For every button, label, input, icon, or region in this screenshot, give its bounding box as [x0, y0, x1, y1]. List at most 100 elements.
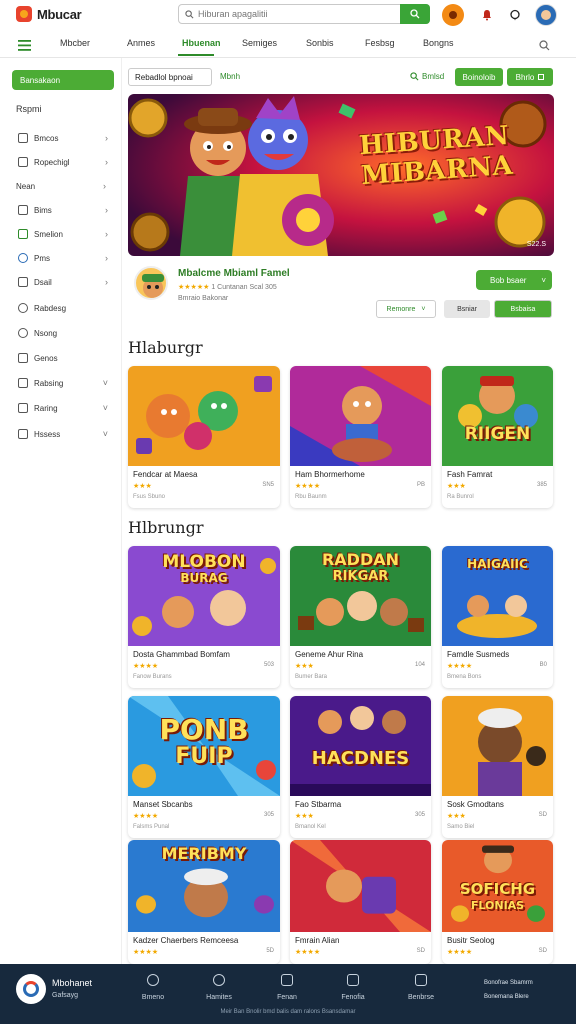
- game-meta: B0: [539, 662, 547, 668]
- game-meta: 305: [263, 812, 274, 818]
- game-title: Sosk Gmodtans: [447, 800, 504, 809]
- search-button[interactable]: [400, 4, 430, 24]
- game-meta: SD: [538, 812, 547, 818]
- sidebar-item-rabdesg[interactable]: Rabdesg: [18, 300, 110, 316]
- sidebar-item-dsail[interactable]: Dsail ›: [18, 274, 110, 290]
- game-rating: ★★★: [295, 663, 314, 670]
- featured-play-button[interactable]: Bob bsaer ˅: [476, 270, 552, 290]
- home-icon: [18, 429, 28, 439]
- nav-item-fesbsg[interactable]: Fesbsg: [365, 38, 395, 48]
- game-card[interactable]: HACDNES Fao Stbarma ★★★ 305 Bmanol Kel: [290, 696, 431, 838]
- nav-item-anmes[interactable]: Anmes: [127, 38, 155, 48]
- footer-link[interactable]: Bonofrae Sbamrm: [484, 980, 533, 986]
- footer-link[interactable]: Bonemana Blere: [484, 994, 529, 1000]
- sidebar-item-genos[interactable]: Genos: [18, 350, 110, 366]
- sidebar-section-nean[interactable]: Nean ›: [16, 178, 108, 194]
- filter-button-2[interactable]: Bhrlo: [507, 68, 553, 86]
- sidebar-item-label: Nean: [16, 181, 36, 191]
- chevron-right-icon: ›: [105, 133, 108, 143]
- game-card[interactable]: MLOBON BURAG Dosta Ghammbad Bomfam ★★★★ …: [128, 546, 280, 688]
- search-input[interactable]: [198, 9, 398, 19]
- sidebar-heading: Rspmi: [16, 104, 42, 114]
- menu-icon[interactable]: [18, 38, 31, 56]
- featured-primary-label: Bsbaisa: [510, 305, 536, 313]
- game-footer: Rbu Baunm: [295, 494, 327, 500]
- game-title: Manset Sbcanbs: [133, 800, 193, 809]
- nav-item-semiges[interactable]: Semiges: [242, 38, 277, 48]
- search-icon[interactable]: [539, 38, 550, 56]
- nav-item-bongns[interactable]: Bongns: [423, 38, 454, 48]
- featured-title[interactable]: Mbalcme Mbiaml Famel: [178, 268, 290, 279]
- sidebar-item-ropechigl[interactable]: Ropechigl ›: [18, 154, 110, 170]
- globe-icon: [18, 253, 28, 263]
- game-rating: ★★★★: [447, 663, 473, 670]
- sidebar-cta-button[interactable]: Bansakaon: [12, 70, 114, 90]
- calendar-icon: [18, 277, 28, 287]
- game-meta: SD: [538, 948, 547, 954]
- sidebar-item-bims[interactable]: Bims ›: [18, 202, 110, 218]
- sidebar-item-bmcos[interactable]: Bmcos ›: [18, 130, 110, 146]
- game-card[interactable]: HAIGAIIC Famdle Susmeds ★★★★ B0 Bmena Bo…: [442, 546, 553, 688]
- sort-select[interactable]: Rebadlol bpnoai: [128, 68, 212, 86]
- notification-icon[interactable]: [476, 4, 498, 26]
- coin-icon[interactable]: [442, 4, 464, 26]
- footer-nav-item[interactable]: Fenan: [262, 974, 312, 1001]
- sidebar-item-pms[interactable]: Pms ›: [18, 250, 110, 266]
- nav-item-sonbis[interactable]: Sonbis: [306, 38, 334, 48]
- nav-item-hbuenan[interactable]: Hbuenan: [182, 38, 221, 48]
- game-art-title: MLOBON: [162, 552, 246, 572]
- game-card[interactable]: SOFICHG FLONIAS Busitr Seolog ★★★★ SD: [442, 840, 553, 964]
- featured-secondary-button[interactable]: Bsniar: [444, 300, 490, 318]
- brand-icon: [23, 981, 39, 997]
- game-card[interactable]: Ham Bhormerhome ★★★★ PB Rbu Baunm: [290, 366, 431, 508]
- game-rating: ★★★★: [295, 949, 321, 956]
- footer-nav-item[interactable]: Bmeno: [128, 974, 178, 1001]
- sort-select-value: Rebadlol bpnoai: [135, 72, 193, 82]
- game-card[interactable]: RADDAN RIKGAR Geneme Ahur Rina ★★★ 104 B…: [290, 546, 431, 688]
- featured-avatar[interactable]: [134, 266, 168, 300]
- brand-logo[interactable]: Mbucar: [16, 6, 82, 22]
- filter-button-label: Boinoloib: [462, 72, 496, 82]
- footer-nav-item[interactable]: Benbrse: [396, 974, 446, 1001]
- featured-select[interactable]: Remonre ˅: [376, 300, 436, 318]
- filter-button-1[interactable]: Boinoloib: [455, 68, 503, 86]
- nav-item-mbcber[interactable]: Mbcber: [60, 38, 90, 48]
- hero-banner[interactable]: HIBURAN MIBARNA S22.S: [128, 94, 554, 256]
- avatar[interactable]: [535, 4, 557, 26]
- game-card[interactable]: Sosk Gmodtans ★★★ SD Samo Biel: [442, 696, 553, 838]
- game-card[interactable]: RIIGEN Fash Famrat ★★★ 385 Ra Bunrol: [442, 366, 553, 508]
- sidebar-item-nsong[interactable]: Nsong: [18, 325, 110, 341]
- chevron-right-icon: ›: [105, 229, 108, 239]
- footer-nav-item[interactable]: Hamites: [194, 974, 244, 1001]
- character-icon: [142, 274, 164, 298]
- sidebar-item-rabsing[interactable]: Rabsing ˅: [18, 375, 110, 391]
- chat-icon: [347, 974, 359, 986]
- featured-primary-button[interactable]: Bsbaisa: [494, 300, 552, 318]
- game-card[interactable]: MERIBMY Kadzer Chaerbers Remceesa ★★★★ 5…: [128, 840, 280, 964]
- grid-icon: [18, 378, 28, 388]
- sidebar-item-raring[interactable]: Raring ˅: [18, 400, 110, 416]
- game-card[interactable]: Fendcar at Maesa ★★★ SN5 Fsus Sbuno: [128, 366, 280, 508]
- game-art-title: SOFICHG: [459, 880, 536, 898]
- featured-game: Mbalcme Mbiaml Famel ★★★★★ 1 Cuntanan Sc…: [128, 262, 554, 324]
- clock-icon: [18, 328, 28, 338]
- sidebar-item-smelion[interactable]: Smelion ›: [18, 226, 110, 242]
- search-bar[interactable]: [178, 4, 430, 24]
- footer-nav-item[interactable]: Fenofia: [328, 974, 378, 1001]
- search-icon: [410, 72, 419, 81]
- filter-search-link[interactable]: Bmlsd: [410, 72, 444, 81]
- footer-brand: Mbohanet: [52, 978, 93, 988]
- chat-icon[interactable]: [504, 4, 526, 26]
- footer-nav-label: Benbrse: [407, 994, 435, 1001]
- sidebar-item-label: Dsail: [34, 277, 52, 287]
- game-art-title: HACDNES: [311, 748, 410, 769]
- user-icon: [415, 974, 427, 986]
- game-rating: ★★★★: [447, 949, 473, 956]
- sidebar-item-hssess[interactable]: Hssess ˅: [18, 426, 110, 442]
- game-card[interactable]: PONB FUIP Manset Sbcanbs ★★★★ 305 Falsms…: [128, 696, 280, 838]
- search-icon: [410, 9, 420, 19]
- filter-chip[interactable]: Mbnh: [220, 72, 240, 81]
- footer-logo[interactable]: [16, 974, 46, 1004]
- game-card[interactable]: Fmrain Alian ★★★★ SD: [290, 840, 431, 964]
- sidebar: Bansakaon Rspmi Bmcos › Ropechigl › Nean › …: [0, 58, 122, 964]
